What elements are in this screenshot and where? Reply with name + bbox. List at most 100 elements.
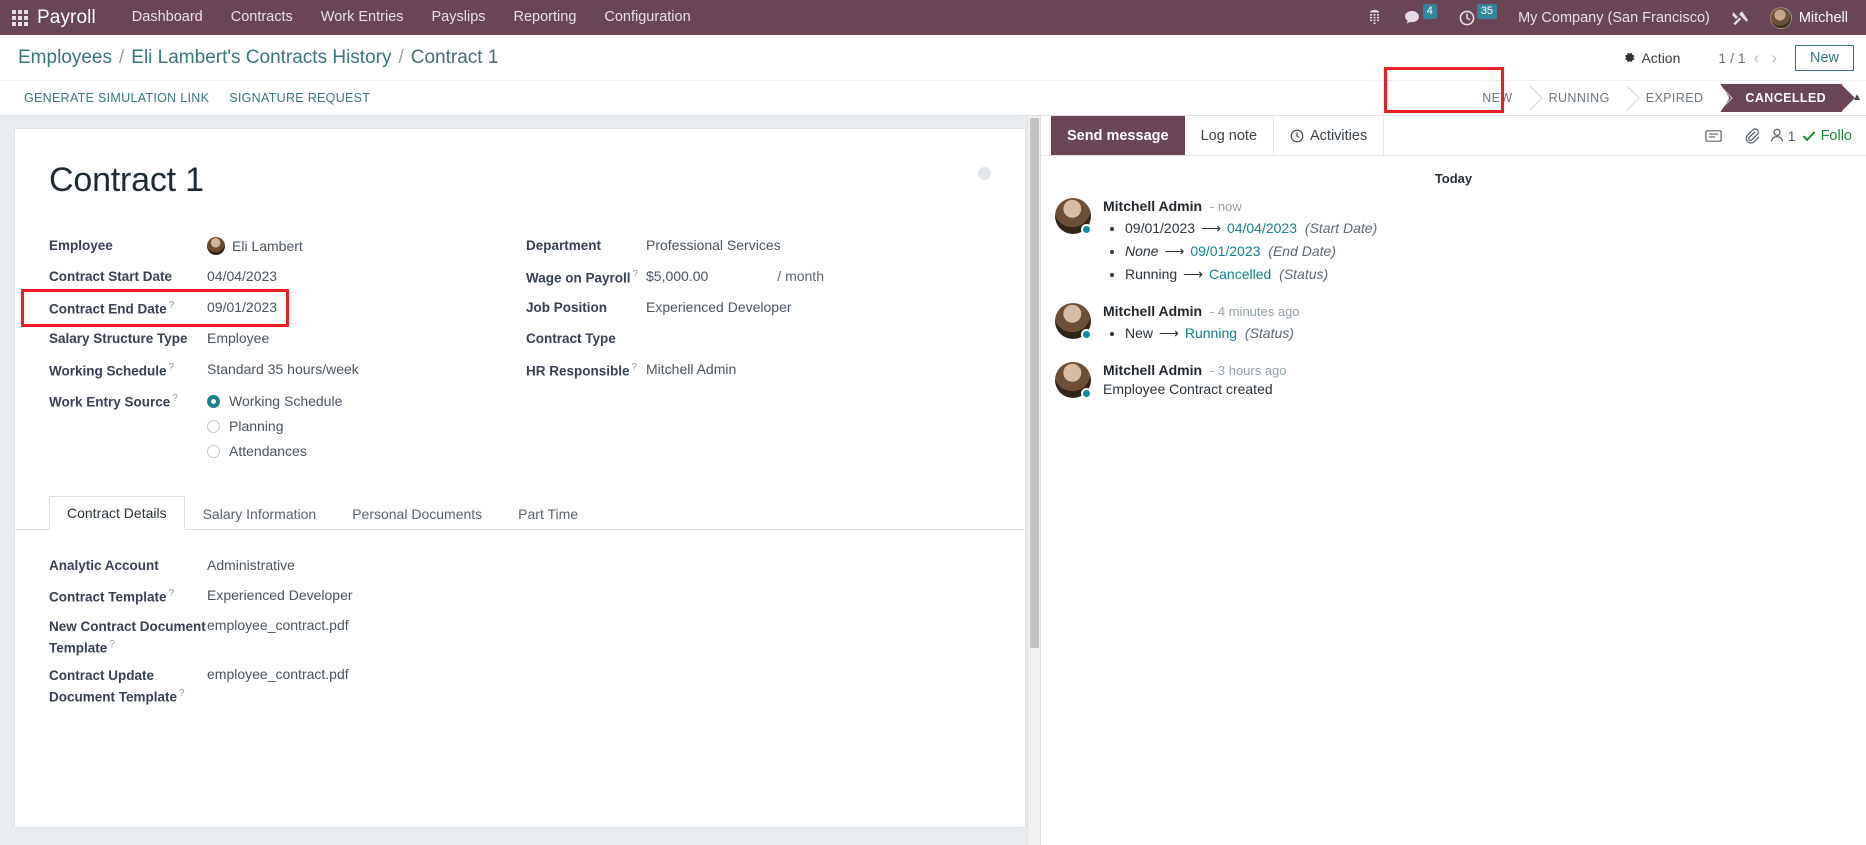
log-note-button[interactable]: Log note xyxy=(1185,116,1273,155)
form-sheet: Contract 1 Employee Eli Lambert Contract… xyxy=(14,128,1026,828)
field-value-contract-end-date[interactable]: 09/01/2023 xyxy=(207,297,277,315)
apps-grid-icon[interactable] xyxy=(12,9,28,26)
tab-part-time[interactable]: Part Time xyxy=(500,496,596,530)
help-tooltip-icon[interactable]: ? xyxy=(169,588,175,599)
message-body: Employee Contract created xyxy=(1103,381,1273,397)
message-content: Mitchell Admin - 4 minutes ago New ⟶ Run… xyxy=(1103,303,1852,346)
generate-simulation-link-button[interactable]: GENERATE SIMULATION LINK xyxy=(14,87,219,109)
breadcrumb-contracts-history[interactable]: Eli Lambert's Contracts History xyxy=(131,47,391,69)
message-author: Mitchell Admin xyxy=(1103,303,1203,319)
menu-work-entries[interactable]: Work Entries xyxy=(307,0,418,35)
activities-button[interactable]: Activities xyxy=(1273,116,1385,155)
field-label-contract-end-date: Contract End Date? xyxy=(49,300,175,317)
field-value-job-position[interactable]: Experienced Developer xyxy=(646,297,792,315)
menu-payslips[interactable]: Payslips xyxy=(418,0,500,35)
new-button[interactable]: New xyxy=(1794,44,1854,71)
action-button[interactable]: Action xyxy=(1611,45,1692,71)
breadcrumb-separator: / xyxy=(119,46,125,68)
employee-name: Eli Lambert xyxy=(232,238,303,254)
paperclip-icon[interactable] xyxy=(1733,127,1770,144)
followers-number: 1 xyxy=(1787,127,1796,144)
radio-icon xyxy=(207,444,220,458)
field-value-contract-update-document-template[interactable]: employee_contract.pdf xyxy=(207,664,349,682)
help-tooltip-icon[interactable]: ? xyxy=(169,362,175,373)
arrow-icon: ⟶ xyxy=(1164,243,1185,259)
form-scrollbar[interactable] xyxy=(1027,116,1040,845)
field-value-analytic-account[interactable]: Administrative xyxy=(207,555,295,573)
pager-value[interactable]: 1 / 1 xyxy=(1718,50,1745,66)
tab-contract-details[interactable]: Contract Details xyxy=(49,496,185,530)
message-timestamp: - 3 hours ago xyxy=(1209,363,1287,378)
breadcrumb: Employees / Eli Lambert's Contracts Hist… xyxy=(18,47,498,69)
menu-configuration[interactable]: Configuration xyxy=(590,0,704,35)
user-icon xyxy=(1770,128,1784,143)
arrow-icon: ⟶ xyxy=(1158,325,1179,341)
activities-clock-icon[interactable]: 35 xyxy=(1448,0,1508,35)
signature-request-button[interactable]: SIGNATURE REQUEST xyxy=(219,87,380,109)
status-stage-running[interactable]: RUNNING xyxy=(1528,84,1626,112)
menu-dashboard[interactable]: Dashboard xyxy=(118,0,217,35)
tab-personal-documents[interactable]: Personal Documents xyxy=(334,496,500,530)
control-panel-top: Employees / Eli Lambert's Contracts Hist… xyxy=(0,35,1866,80)
app-brand-payroll[interactable]: Payroll xyxy=(37,7,96,29)
field-value-hr-responsible[interactable]: Mitchell Admin xyxy=(646,359,736,377)
form-scrollbar-thumb[interactable] xyxy=(1030,118,1039,648)
messages-icon[interactable]: 4 xyxy=(1393,0,1448,35)
control-panel-right: Action 1 / 1 ‹ › New xyxy=(1611,44,1854,71)
phone-keypad-icon[interactable] xyxy=(1356,0,1393,35)
navbar-right: 4 35 My Company (San Francisco) Mitchell xyxy=(1356,0,1858,35)
tracking-row: Running ⟶ Cancelled (Status) xyxy=(1125,264,1852,285)
status-dot xyxy=(978,167,991,180)
message-content: Mitchell Admin - now 09/01/2023 ⟶ 04/04/… xyxy=(1103,198,1852,287)
field-label-salary-structure-type: Salary Structure Type xyxy=(49,331,188,346)
menu-contracts[interactable]: Contracts xyxy=(217,0,307,35)
tracking-old-value: None xyxy=(1125,243,1159,259)
following-button[interactable]: Follo xyxy=(1796,128,1858,144)
notebook: Contract Details Salary Information Pers… xyxy=(15,496,1025,709)
main-body: Contract 1 Employee Eli Lambert Contract… xyxy=(0,116,1866,845)
field-value-wage-on-payroll[interactable]: $5,000.00 / month xyxy=(646,266,824,284)
tracking-row: New ⟶ Running (Status) xyxy=(1125,323,1852,344)
field-value-contract-template[interactable]: Experienced Developer xyxy=(207,585,353,603)
help-tooltip-icon[interactable]: ? xyxy=(633,269,639,280)
company-switcher[interactable]: My Company (San Francisco) xyxy=(1508,10,1720,26)
followers-count[interactable]: 1 xyxy=(1770,128,1796,144)
field-contract-template: Contract Template? Experienced Developer xyxy=(49,582,991,612)
chevron-right-icon[interactable]: › xyxy=(1767,49,1781,66)
field-value-employee[interactable]: Eli Lambert xyxy=(207,235,303,255)
field-value-working-schedule[interactable]: Standard 35 hours/week xyxy=(207,359,359,377)
radio-planning[interactable]: Planning xyxy=(207,418,342,434)
status-stage-expired[interactable]: EXPIRED xyxy=(1625,84,1720,112)
menu-reporting[interactable]: Reporting xyxy=(500,0,591,35)
presence-dot xyxy=(1081,329,1092,340)
chatter-message: Mitchell Admin - 3 hours ago Employee Co… xyxy=(1055,362,1852,399)
field-value-salary-structure-type[interactable]: Employee xyxy=(207,328,269,346)
control-panel-bottom: GENERATE SIMULATION LINK SIGNATURE REQUE… xyxy=(0,67,1866,115)
send-message-button[interactable]: Send message xyxy=(1051,116,1185,155)
breadcrumb-employees[interactable]: Employees xyxy=(18,47,112,69)
help-tooltip-icon[interactable]: ? xyxy=(169,300,175,311)
avatar xyxy=(1055,198,1092,235)
radio-working-schedule[interactable]: Working Schedule xyxy=(207,393,342,409)
chevron-left-icon[interactable]: ‹ xyxy=(1750,49,1764,66)
arrow-icon: ⟶ xyxy=(1183,266,1204,282)
radio-attendances[interactable]: Attendances xyxy=(207,443,342,459)
developer-tools-icon[interactable] xyxy=(1720,0,1760,35)
status-stage-cancelled[interactable]: CANCELLED xyxy=(1719,84,1843,112)
field-value-contract-start-date[interactable]: 04/04/2023 xyxy=(207,266,277,284)
help-tooltip-icon[interactable]: ? xyxy=(172,393,178,404)
tracking-new-value: Cancelled xyxy=(1209,266,1272,282)
arrow-icon: ⟶ xyxy=(1200,220,1222,236)
help-tooltip-icon[interactable]: ? xyxy=(632,362,638,373)
field-value-new-contract-document-template[interactable]: employee_contract.pdf xyxy=(207,615,349,633)
tracking-value-list: 09/01/2023 ⟶ 04/04/2023 (Start Date) Non… xyxy=(1103,218,1852,285)
field-new-contract-document-template: New Contract Document Template? employee… xyxy=(49,612,991,661)
user-menu[interactable]: Mitchell xyxy=(1760,6,1854,29)
help-tooltip-icon[interactable]: ? xyxy=(109,639,115,650)
field-value-department[interactable]: Professional Services xyxy=(646,235,781,253)
status-stage-new[interactable]: NEW xyxy=(1462,84,1529,112)
help-tooltip-icon[interactable]: ? xyxy=(179,688,185,699)
tab-salary-information[interactable]: Salary Information xyxy=(185,496,335,530)
note-icon[interactable] xyxy=(1694,129,1733,143)
field-label-contract-start-date: Contract Start Date xyxy=(49,269,173,284)
